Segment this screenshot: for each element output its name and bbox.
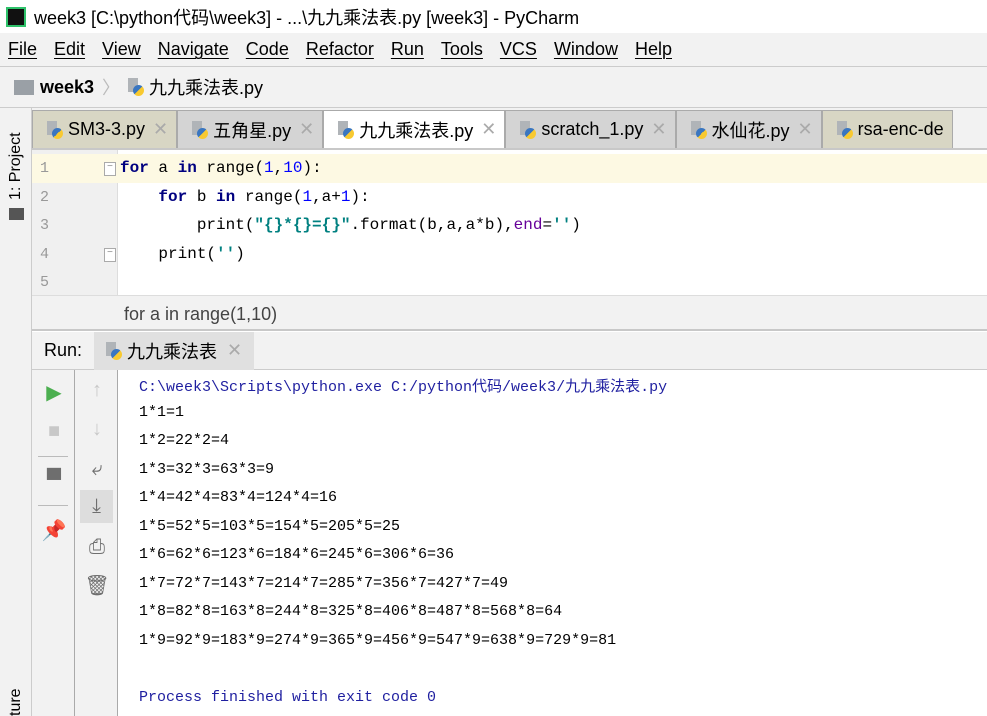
tab-label: scratch_1.py [541,119,644,139]
python-file-icon [128,78,145,96]
python-file-icon [47,120,63,139]
console-line: 1*6=62*6=123*6=184*6=245*6=306*6=36 [139,546,455,563]
console-line: 1*3=32*3=63*3=9 [139,461,275,478]
close-icon[interactable]: ✕ [481,119,496,140]
folder-icon [14,79,34,95]
code-line: 2 for b in range(1,a+1): [32,183,987,212]
console-line: 1*5=52*5=103*5=154*5=205*5=25 [139,518,401,535]
code-text: for b in range(1,a+1): [158,188,370,206]
run-tab-label: 九九乘法表 [127,341,218,362]
close-icon[interactable]: ✕ [153,119,168,140]
chevron-right-icon: 〉 [102,78,121,98]
console-line: 1*2=22*2=4 [139,432,230,449]
console-line: 1*1=1 [139,404,185,421]
structure-tool-button[interactable]: ture [7,688,25,716]
run-toolbar-primary: ▶ ■ ▀ 📌 [32,370,75,716]
console-command: C:\week3\Scripts\python.exe C:/python代码/… [139,379,668,396]
editor-tabs: SM3-3.py ✕ 五角星.py ✕ 九九乘法表.py ✕ scratch_1.py… [32,108,987,150]
console-line: 1*4=42*4=83*4=124*4=16 [139,489,338,506]
code-text: print("{}*{}={}".format(b,a,a*b),end='') [120,216,581,234]
breadcrumb-file[interactable]: 九九乘法表.py [149,74,263,100]
console-output[interactable]: C:\week3\Scripts\python.exe C:/python代码/… [118,370,987,716]
scroll-to-end-icon[interactable]: ⤓ [80,490,113,523]
run-toolbar-secondary: ↑ ↓ ⤶ ⤓ ⎙ 🗑 [75,370,118,716]
close-icon[interactable]: ✕ [299,119,314,140]
pycharm-logo-icon [6,6,26,27]
tab-wujiaoxing[interactable]: 五角星.py ✕ [177,110,324,148]
menu-tools[interactable]: Tools [441,39,483,60]
code-text: for a in range(1,10): [120,159,322,177]
python-file-icon [836,120,853,139]
tab-label: 五角星.py [213,120,292,141]
close-icon[interactable]: ✕ [227,340,242,361]
trash-icon[interactable]: 🗑 [84,573,109,597]
menu-edit[interactable]: Edit [54,39,85,60]
console-line: 1*9=92*9=183*9=274*9=365*9=456*9=547*9=6… [139,632,617,649]
tab-label: rsa-enc-de [857,119,944,139]
close-icon[interactable]: ✕ [651,119,666,140]
menu-navigate[interactable]: Navigate [158,39,229,60]
run-tab[interactable]: 九九乘法表 ✕ [94,331,255,370]
title-bar: week3 [C:\python代码\week3] - ...\九九乘法表.py… [0,0,987,33]
console-exit-message: Process finished with exit code 0 [139,689,437,706]
line-number: 1 [40,160,50,177]
arrow-up-icon[interactable]: ↑ [85,378,109,402]
python-file-icon [192,120,209,139]
python-file-icon [690,120,707,139]
menu-refactor[interactable]: Refactor [306,39,374,60]
project-tool-button[interactable]: 1: Project [7,132,25,200]
menu-view[interactable]: View [102,39,141,60]
code-breadcrumb[interactable]: for a in range(1,10) [32,295,987,331]
tab-scratch[interactable]: scratch_1.py ✕ [505,110,676,148]
menu-window[interactable]: Window [554,39,618,60]
code-line: 5 [32,268,987,297]
menu-code[interactable]: Code [246,39,289,60]
navigation-bar: week3 〉 九九乘法表.py [0,66,987,108]
tab-sm3-3[interactable]: SM3-3.py ✕ [32,110,178,148]
tab-jiujiu[interactable]: 九九乘法表.py ✕ [323,110,506,148]
line-number: 2 [40,189,50,206]
code-editor[interactable]: 1 − for a in range(1,10): 2 for b in ran… [32,150,987,295]
run-panel-header: Run: 九九乘法表 ✕ [32,331,987,370]
layout-icon[interactable]: ▀ [42,468,66,492]
scratch-file-icon [520,120,537,139]
menu-file[interactable]: File [8,39,37,60]
rerun-icon[interactable]: ▶ [42,380,66,404]
tab-label: 水仙花.py [711,120,790,141]
tab-label: 九九乘法表.py [359,120,474,141]
code-text: print('') [120,245,245,263]
console-line: 1*7=72*7=143*7=214*7=285*7=356*7=427*7=4… [139,575,509,592]
window-title: week3 [C:\python代码\week3] - ...\九九乘法表.py… [34,7,580,28]
line-number: 5 [40,274,50,291]
python-file-icon [338,120,355,139]
folder-icon [9,208,24,220]
menu-run[interactable]: Run [391,39,424,60]
code-line: 4 − print('') [32,240,987,269]
menu-help[interactable]: Help [635,39,672,60]
fold-icon[interactable]: − [104,162,116,176]
print-icon[interactable]: ⎙ [85,535,109,559]
code-line: 1 − for a in range(1,10): [32,154,987,183]
tab-label: SM3-3.py [68,119,146,139]
left-tool-strip: 1: Project ture [0,108,32,716]
menu-bar: File Edit View Navigate Code Refactor Ru… [0,33,987,66]
pin-icon[interactable]: 📌 [42,518,67,542]
fold-icon[interactable]: − [104,248,116,262]
close-icon[interactable]: ✕ [798,119,813,140]
arrow-down-icon[interactable]: ↓ [85,417,109,441]
menu-vcs[interactable]: VCS [500,39,537,60]
run-label: Run: [44,340,83,360]
line-number: 4 [40,246,50,263]
stop-icon[interactable]: ■ [42,419,66,443]
soft-wrap-icon[interactable]: ⤶ [85,457,109,481]
line-number: 3 [40,217,50,234]
python-icon [106,341,123,360]
tab-rsa[interactable]: rsa-enc-de [821,110,953,148]
tab-shuixianhua[interactable]: 水仙花.py ✕ [675,110,822,148]
code-line: 3 print("{}*{}={}".format(b,a,a*b),end='… [32,211,987,240]
breadcrumb-project[interactable]: week3 [40,77,94,98]
console-line: 1*8=82*8=163*8=244*8=325*8=406*8=487*8=5… [139,603,563,620]
